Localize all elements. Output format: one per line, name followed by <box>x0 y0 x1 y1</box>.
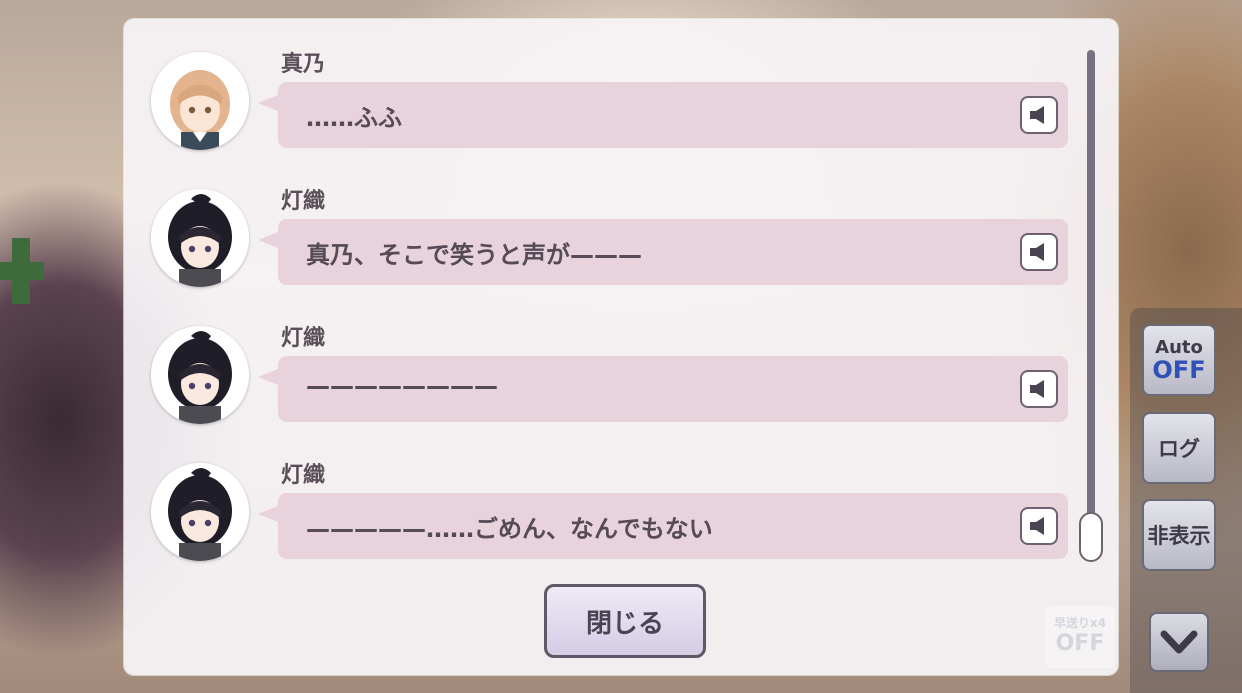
log-entry: 灯織 —————……ごめん、なんでもない <box>124 430 1094 561</box>
hiori-avatar-icon <box>151 463 249 561</box>
speaker-icon <box>1030 243 1044 261</box>
log-entry: 真乃 ……ふふ <box>124 19 1094 150</box>
fast-forward-button[interactable]: 早送りx4 OFF <box>1045 606 1115 668</box>
voice-replay-button[interactable] <box>1020 96 1058 134</box>
hiori-avatar-icon <box>151 326 249 424</box>
message-bubble: ……ふふ <box>258 82 1068 148</box>
speaker-name: 灯織 <box>281 463 326 488</box>
message-text: —————……ごめん、なんでもない <box>306 515 713 543</box>
log-button[interactable]: ログ <box>1142 412 1216 484</box>
hiori-avatar-icon <box>151 189 249 287</box>
hide-ui-label: 非表示 <box>1147 524 1211 548</box>
close-button[interactable]: 閉じる <box>544 584 706 658</box>
speaker-icon <box>1030 106 1044 124</box>
log-scrollbar-track[interactable] <box>1087 50 1095 560</box>
message-log-panel: 真乃 ……ふふ 灯織 真乃、そこで笑うと声が——— 灯織 ———————— 灯織… <box>124 19 1118 675</box>
auto-toggle-button[interactable]: Auto OFF <box>1142 324 1216 396</box>
mano-avatar-icon <box>151 52 249 150</box>
auto-label: Auto <box>1155 337 1203 358</box>
speaker-icon <box>1030 517 1044 535</box>
chevron-down-icon <box>1160 630 1198 654</box>
message-text: ———————— <box>306 372 498 400</box>
speaker-name: 真乃 <box>281 52 326 77</box>
fast-forward-label: 早送りx4 <box>1053 616 1107 630</box>
speaker-name: 灯織 <box>281 326 326 351</box>
hide-ui-button[interactable]: 非表示 <box>1142 499 1216 571</box>
message-bubble: 真乃、そこで笑うと声が——— <box>258 219 1068 285</box>
first-aid-cross-decoration <box>0 238 44 308</box>
speaker-icon <box>1030 380 1044 398</box>
collapse-menu-button[interactable] <box>1149 612 1209 672</box>
message-text: ……ふふ <box>306 104 402 132</box>
log-entry: 灯織 真乃、そこで笑うと声が——— <box>124 156 1094 287</box>
voice-replay-button[interactable] <box>1020 507 1058 545</box>
message-bubble: ———————— <box>258 356 1068 422</box>
log-button-label: ログ <box>1158 437 1200 461</box>
message-text: 真乃、そこで笑うと声が——— <box>306 241 642 269</box>
voice-replay-button[interactable] <box>1020 233 1058 271</box>
fast-forward-state: OFF <box>1055 631 1105 656</box>
message-bubble: —————……ごめん、なんでもない <box>258 493 1068 559</box>
auto-state: OFF <box>1152 356 1206 384</box>
speaker-name: 灯織 <box>281 189 326 214</box>
voice-replay-button[interactable] <box>1020 370 1058 408</box>
log-scrollbar-thumb[interactable] <box>1079 512 1103 562</box>
log-entry: 灯織 ———————— <box>124 293 1094 424</box>
